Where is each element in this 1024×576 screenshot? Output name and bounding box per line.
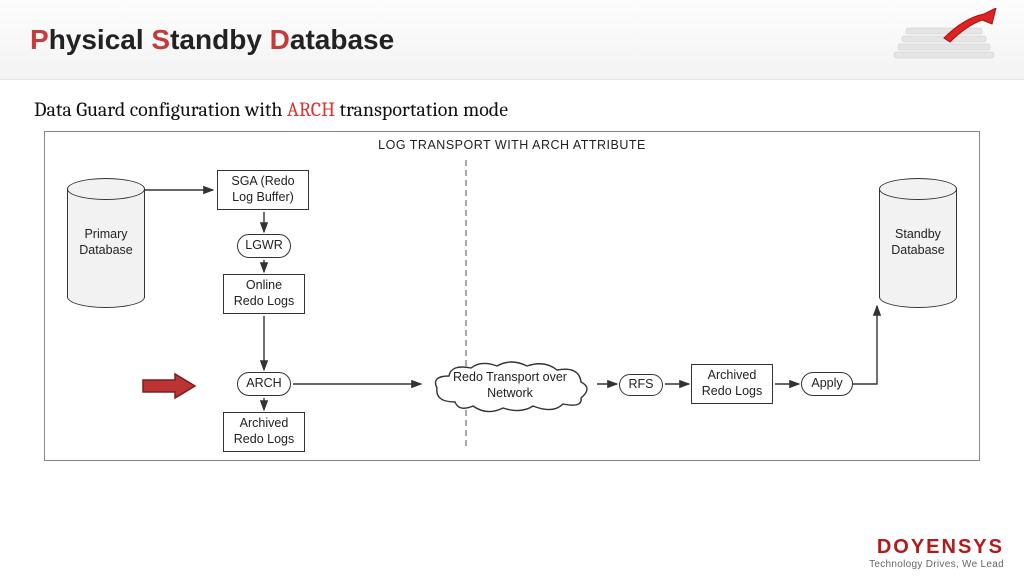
diagram-title: LOG TRANSPORT WITH ARCH ATTRIBUTE <box>45 132 979 156</box>
standby-database-label: Standby Database <box>891 227 945 258</box>
primary-database-cylinder: Primary Database <box>67 178 145 308</box>
page-title: Physical Standby Database <box>30 24 394 56</box>
arch-node: ARCH <box>237 372 291 396</box>
online-redo-logs-box: Online Redo Logs <box>223 274 305 314</box>
archived-redo-logs-primary-box: Archived Redo Logs <box>223 412 305 452</box>
rfs-node: RFS <box>619 374 663 396</box>
title-accent-d: D <box>270 24 290 55</box>
subtitle: Data Guard configuration with ARCH trans… <box>0 80 1024 131</box>
standby-database-cylinder: Standby Database <box>879 178 957 308</box>
footer-brand: DOYENSYS <box>869 536 1004 559</box>
network-cloud: Redo Transport over Network <box>425 358 595 414</box>
footer: DOYENSYS Technology Drives, We Lead <box>869 536 1004 570</box>
sga-box: SGA (Redo Log Buffer) <box>217 170 309 210</box>
footer-tagline: Technology Drives, We Lead <box>869 559 1004 570</box>
network-cloud-label: Redo Transport over Network <box>425 358 595 414</box>
archived-redo-logs-standby-box: Archived Redo Logs <box>691 364 773 404</box>
lgwr-node: LGWR <box>237 234 291 258</box>
title-accent-s: S <box>151 24 170 55</box>
header-logo-arrow-stack-icon <box>884 8 1004 68</box>
title-accent-p: P <box>30 24 49 55</box>
subtitle-accent: ARCH <box>287 98 335 121</box>
slide-header: Physical Standby Database <box>0 0 1024 80</box>
emphasis-arrow-icon <box>141 372 197 400</box>
apply-node: Apply <box>801 372 853 396</box>
primary-database-label: Primary Database <box>79 227 133 258</box>
diagram-container: LOG TRANSPORT WITH ARCH ATTRIBUTE Primar… <box>44 131 980 461</box>
